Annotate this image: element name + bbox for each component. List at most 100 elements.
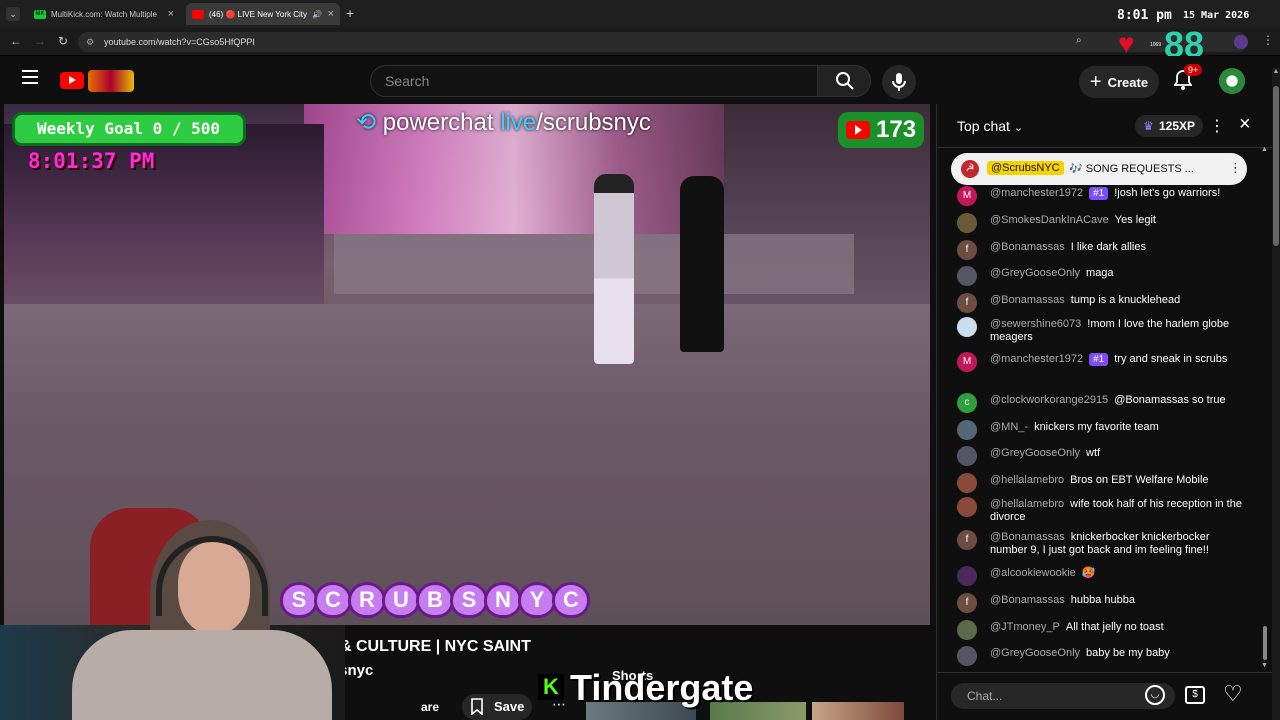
- chat-author[interactable]: @hellalamebro: [990, 474, 1064, 486]
- chat-author[interactable]: @Bonamassas: [990, 531, 1065, 543]
- chat-scrollbar-thumb[interactable]: [1263, 626, 1267, 660]
- profile-icon[interactable]: [1234, 35, 1248, 49]
- avatar[interactable]: [957, 646, 977, 666]
- new-tab-button[interactable]: +: [346, 5, 354, 21]
- chat-scroll-down-icon[interactable]: ▼: [1261, 662, 1268, 669]
- pinned-more-icon[interactable]: ⋮: [1229, 160, 1242, 176]
- zoom-icon[interactable]: ⌕: [1076, 35, 1082, 46]
- chat-message[interactable]: c @clockworkorange2915 @Bonamassas so true: [955, 393, 1245, 413]
- avatar[interactable]: [957, 420, 977, 440]
- chat-author[interactable]: @hellalamebro: [990, 498, 1064, 510]
- chat-author[interactable]: @JTmoney_P: [990, 621, 1060, 633]
- page-scroll-up-icon[interactable]: ▲: [1272, 68, 1280, 75]
- forward-icon[interactable]: →: [34, 34, 46, 48]
- menu-icon[interactable]: [22, 70, 38, 84]
- share-label[interactable]: are: [421, 700, 439, 714]
- chat-message[interactable]: @GreyGooseOnly maga: [955, 266, 1245, 286]
- chat-author[interactable]: @GreyGooseOnly: [990, 267, 1080, 279]
- create-button[interactable]: + Create: [1079, 66, 1159, 98]
- avatar[interactable]: M: [957, 186, 977, 206]
- chat-message[interactable]: f @Bonamassas I like dark allies: [955, 240, 1245, 260]
- chat-author[interactable]: @Bonamassas: [990, 241, 1065, 253]
- page-scrollbar-thumb[interactable]: [1273, 86, 1279, 246]
- search-button[interactable]: [817, 65, 871, 97]
- chat-text: baby be my baby: [1086, 647, 1170, 659]
- avatar[interactable]: f: [957, 240, 977, 260]
- pinned-message[interactable]: ☭ @ScrubsNYC 🎶 SONG REQUESTS ... ⋮: [951, 153, 1247, 185]
- chat-message[interactable]: f @Bonamassas hubba hubba: [955, 593, 1245, 613]
- heart-letter: C: [552, 582, 590, 618]
- chat-message[interactable]: @JTmoney_P All that jelly no toast: [955, 620, 1245, 640]
- chat-author[interactable]: @GreyGooseOnly: [990, 647, 1080, 659]
- avatar[interactable]: [957, 620, 977, 640]
- chat-message[interactable]: f @Bonamassas tump is a knucklehead: [955, 293, 1245, 313]
- chat-scroll-up-icon[interactable]: ▲: [1261, 146, 1268, 153]
- chat-message[interactable]: @GreyGooseOnly baby be my baby: [955, 646, 1245, 666]
- chat-more-icon[interactable]: ⋮: [1209, 116, 1225, 136]
- avatar[interactable]: f: [957, 593, 977, 613]
- avatar[interactable]: [957, 497, 977, 517]
- chat-author[interactable]: @sewershine6073: [990, 318, 1081, 330]
- chat-author[interactable]: @MN_-: [990, 421, 1028, 433]
- emoji-icon[interactable]: ◡: [1145, 685, 1165, 705]
- browser-menu-icon[interactable]: ⋮: [1262, 33, 1274, 47]
- chat-message[interactable]: @hellalamebro wife took half of his recep…: [955, 497, 1245, 524]
- chat-message[interactable]: @GreyGooseOnly wtf: [955, 446, 1245, 466]
- avatar[interactable]: M: [957, 352, 977, 372]
- chat-author[interactable]: @SmokesDankInACave: [990, 214, 1109, 226]
- chat-message[interactable]: M @manchester1972 #1 !josh let's go warrior…: [955, 186, 1245, 206]
- reload-icon[interactable]: ↻: [58, 34, 68, 48]
- avatar[interactable]: c: [957, 393, 977, 413]
- tab-close-icon[interactable]: ×: [328, 8, 334, 20]
- chat-message[interactable]: @alcookiewookie 🥵: [955, 566, 1245, 586]
- chat-message[interactable]: @hellalamebro Bros on EBT Welfare Mobile: [955, 473, 1245, 493]
- chat-message[interactable]: @MN_- knickers my favorite team: [955, 420, 1245, 440]
- chat-message-body: @GreyGooseOnly wtf: [990, 447, 1245, 460]
- close-icon[interactable]: ×: [1239, 113, 1251, 136]
- heart-icon[interactable]: ♡: [1223, 681, 1243, 707]
- url-input[interactable]: ⚙ youtube.com/watch?v=CGso5HfQPPI: [78, 32, 1248, 52]
- notifications-button[interactable]: 9+: [1173, 64, 1203, 92]
- chat-author[interactable]: @alcookiewookie: [990, 567, 1076, 579]
- page-scrollbar[interactable]: ▲: [1272, 68, 1280, 720]
- chat-author[interactable]: @GreyGooseOnly: [990, 447, 1080, 459]
- chat-author[interactable]: @manchester1972: [990, 353, 1083, 365]
- avatar[interactable]: [957, 473, 977, 493]
- save-button[interactable]: Save: [462, 694, 532, 720]
- chat-mode-dropdown[interactable]: Top chat ⌄: [957, 118, 1023, 134]
- chat-message[interactable]: f @Bonamassas knickerbocker knickerbocker …: [955, 530, 1245, 557]
- audio-icon[interactable]: 🔊: [312, 10, 322, 19]
- site-info-icon[interactable]: ⚙: [86, 32, 94, 52]
- youtube-logo[interactable]: [60, 72, 84, 89]
- avatar[interactable]: [957, 317, 977, 337]
- search-input[interactable]: Search: [370, 65, 818, 97]
- back-icon[interactable]: ←: [10, 34, 22, 48]
- chat-author[interactable]: @Bonamassas: [990, 294, 1065, 306]
- heart-letter: R: [348, 582, 386, 618]
- avatar[interactable]: f: [957, 530, 977, 550]
- voice-search-button[interactable]: [882, 65, 916, 99]
- create-label: Create: [1107, 74, 1149, 90]
- chat-message[interactable]: @SmokesDankInACave Yes legit: [955, 213, 1245, 233]
- tab-youtube[interactable]: (46) 🔴 LIVE New York City 🔊 ×: [186, 3, 340, 25]
- tab-list-button[interactable]: ⌄: [6, 7, 20, 21]
- doodle-logo[interactable]: [88, 70, 134, 92]
- chat-author[interactable]: @clockworkorange2915: [990, 394, 1108, 406]
- avatar[interactable]: [957, 446, 977, 466]
- chat-author[interactable]: @manchester1972: [990, 187, 1083, 199]
- tab-close-icon[interactable]: ×: [168, 8, 174, 20]
- avatar[interactable]: [957, 566, 977, 586]
- shorts-thumbnail[interactable]: [812, 702, 904, 720]
- avatar[interactable]: [957, 213, 977, 233]
- multikick-favicon-icon: MK: [34, 9, 46, 19]
- xp-badge[interactable]: ♛ 125XP: [1135, 115, 1204, 137]
- chat-message[interactable]: M @manchester1972 #1 try and sneak in scrub…: [955, 352, 1245, 372]
- chat-input[interactable]: Chat...: [951, 683, 1175, 709]
- avatar[interactable]: [1219, 68, 1245, 94]
- avatar[interactable]: [957, 266, 977, 286]
- chat-author[interactable]: @Bonamassas: [990, 594, 1065, 606]
- tab-multikick[interactable]: MK MultiKick.com: Watch Multiple ×: [28, 3, 180, 25]
- chat-message[interactable]: @sewershine6073 !mom I love the harlem gl…: [955, 317, 1245, 344]
- avatar[interactable]: f: [957, 293, 977, 313]
- super-chat-icon[interactable]: $: [1185, 686, 1205, 704]
